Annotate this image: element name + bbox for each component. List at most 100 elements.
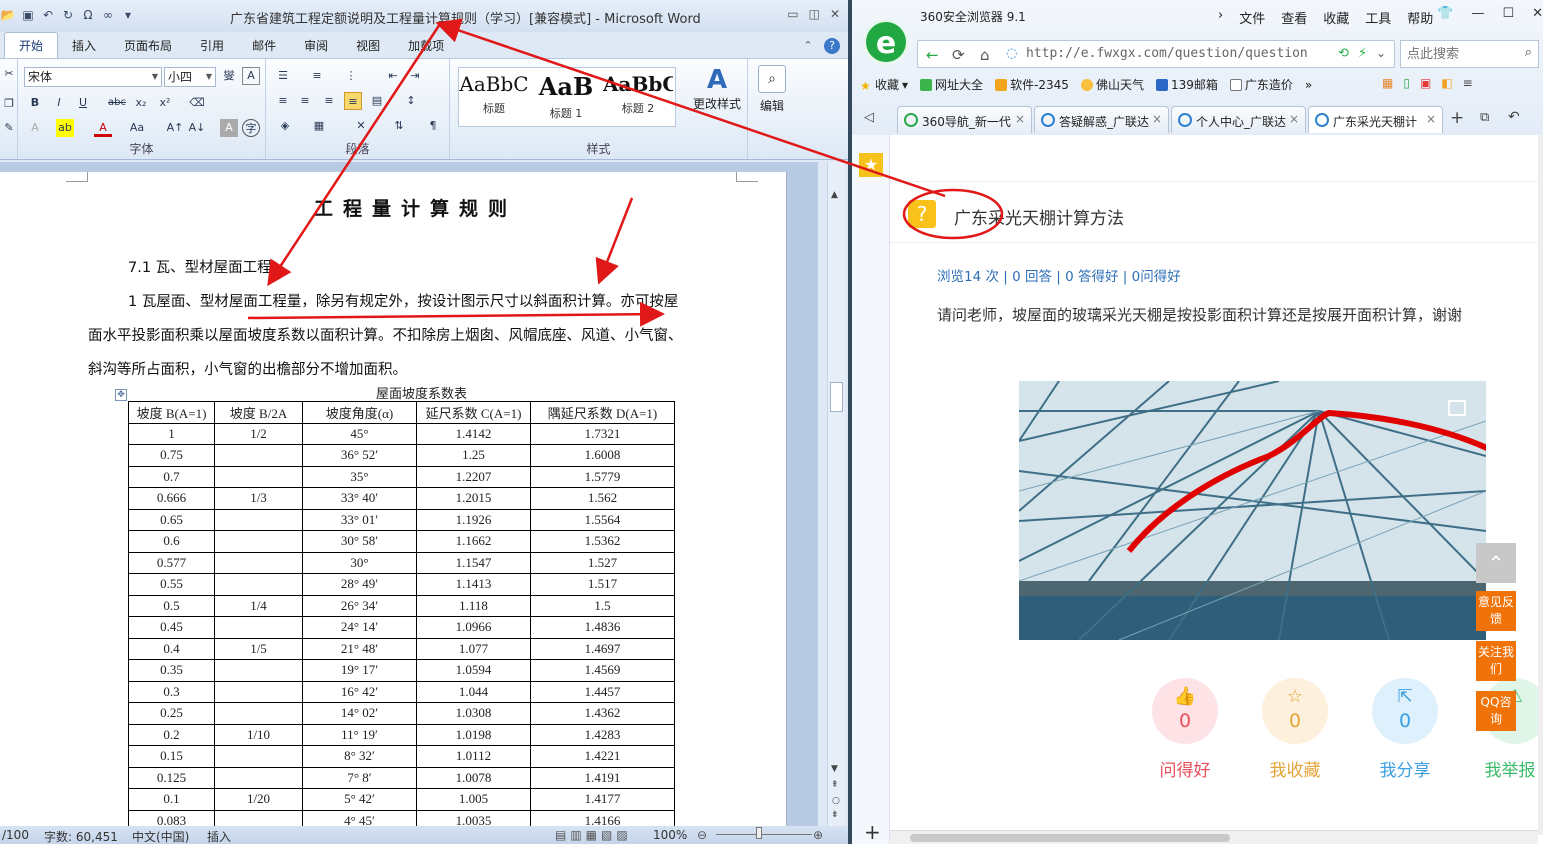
omega-icon[interactable]: Ω	[80, 7, 96, 23]
fav-software[interactable]: 软件-2345	[995, 76, 1069, 93]
font-name-select[interactable]: 宋体 ▼	[24, 67, 162, 87]
search-icon[interactable]: ⌕	[1525, 45, 1532, 60]
table-cell[interactable]: 1.5362	[530, 530, 675, 553]
zoom-level[interactable]: 100%	[653, 828, 687, 842]
link-icon[interactable]: ∞	[100, 7, 116, 23]
360-browser-logo-icon[interactable]: e	[863, 19, 909, 65]
table-cell[interactable]	[214, 551, 303, 574]
table-cell[interactable]: 1.2207	[416, 465, 531, 488]
font-size-select[interactable]: 小四 ▼	[164, 67, 216, 87]
tools-icon[interactable]: ◧	[1441, 76, 1452, 90]
table-cell[interactable]: 1.005	[416, 788, 531, 811]
table-cell[interactable]: 1.077	[416, 637, 531, 660]
copy-icon[interactable]: ❐	[0, 95, 18, 113]
browser-tab[interactable]: 个人中心_广联达 ×	[1171, 106, 1306, 133]
table-cell[interactable]: 1.7321	[530, 422, 675, 445]
zoom-slider-thumb[interactable]	[756, 827, 762, 839]
sidebar-add-icon[interactable]: +	[864, 820, 881, 844]
history-dropdown-icon[interactable]: ⌄	[1376, 46, 1386, 60]
table-cell[interactable]: 1.0198	[416, 723, 531, 746]
align-right-icon[interactable]: ≡	[320, 92, 338, 110]
table-cell[interactable]	[214, 465, 303, 488]
home-icon[interactable]: ⌂	[980, 46, 990, 64]
back-icon[interactable]: ←	[926, 46, 939, 64]
status-page[interactable]: /100	[2, 828, 29, 842]
apps-icon[interactable]: ▦	[1382, 76, 1393, 90]
increase-indent-icon[interactable]: ⇥	[406, 67, 424, 85]
fav-mail[interactable]: 139邮箱	[1155, 76, 1218, 93]
ask-good-button[interactable]: 👍 0 问得好	[1152, 678, 1218, 781]
edit-button[interactable]: ⌕ 编辑	[752, 65, 792, 114]
table-cell[interactable]: 0.7	[128, 465, 215, 488]
table-cell[interactable]: 1.0112	[416, 745, 531, 768]
format-painter-icon[interactable]: ✎	[0, 119, 18, 137]
table-cell[interactable]: 11° 19′	[302, 723, 417, 746]
change-case-icon[interactable]: Aa	[128, 119, 146, 137]
scroll-down-icon[interactable]: ▼	[831, 764, 838, 774]
skylight-photo[interactable]	[1019, 381, 1486, 640]
favorite-button[interactable]: ☆ 0 我收藏	[1262, 678, 1328, 781]
table-cell[interactable]: 0.25	[128, 702, 215, 725]
fav-site-nav[interactable]: 网址大全	[920, 76, 983, 93]
zoom-out-icon[interactable]: ⊖	[697, 828, 707, 842]
strikethrough-icon[interactable]: abc	[108, 94, 126, 112]
phonetic-guide-icon[interactable]: 燮	[220, 67, 238, 85]
table-cell[interactable]: 1.0966	[416, 616, 531, 639]
table-cell[interactable]: 0.75	[128, 444, 215, 467]
borders-icon[interactable]: ▦	[310, 117, 328, 135]
table-cell[interactable]: 1.0308	[416, 702, 531, 725]
table-cell[interactable]	[214, 702, 303, 725]
text-effect-icon[interactable]: A	[26, 119, 44, 137]
table-cell[interactable]: 1.4836	[530, 616, 675, 639]
tab-close-icon[interactable]: ×	[1015, 112, 1025, 126]
vertical-scrollbar[interactable]: ▲ ▼ ⇞ ○ ⇟	[827, 162, 845, 826]
search-input[interactable]	[1407, 45, 1517, 63]
table-cell[interactable]: 35°	[302, 465, 417, 488]
tab-insert[interactable]: 插入	[58, 33, 110, 58]
restore-icon[interactable]: ◫	[809, 7, 820, 21]
help-icon[interactable]: ?	[824, 38, 840, 54]
url-text[interactable]: http://e.fwxgx.com/question/question	[1026, 46, 1308, 61]
undo-icon[interactable]: ↶	[40, 7, 56, 23]
view-buttons-icon[interactable]: ▤▥▦▧▨	[555, 828, 632, 842]
show-marks-icon[interactable]: ¶	[424, 117, 442, 135]
table-cell[interactable]: 0.55	[128, 573, 215, 596]
follow-us-button[interactable]: 关注我们	[1476, 641, 1516, 681]
numbering-icon[interactable]: ≡	[308, 67, 326, 85]
menu-arrow-icon[interactable]: ›	[1218, 8, 1223, 27]
style-heading-1[interactable]: AaB 标题 1	[531, 72, 601, 121]
table-cell[interactable]: 0.15	[128, 745, 215, 768]
feedback-button[interactable]: 意见反馈	[1476, 591, 1516, 631]
table-cell[interactable]: 0.577	[128, 551, 215, 574]
undo-close-tab-icon[interactable]: ↶	[1508, 109, 1520, 125]
table-cell[interactable]: 0.2	[128, 723, 215, 746]
table-cell[interactable]: 1.4457	[530, 680, 675, 703]
share-button[interactable]: ⇱ 0 我分享	[1372, 678, 1438, 781]
table-cell[interactable]: 1.5564	[530, 508, 675, 531]
sort-icon[interactable]: ⇅	[390, 117, 408, 135]
table-cell[interactable]: 0.125	[128, 766, 215, 789]
table-cell[interactable]: 33° 01′	[302, 508, 417, 531]
table-cell[interactable]: 1.5779	[530, 465, 675, 488]
table-cell[interactable]: 1.1547	[416, 551, 531, 574]
table-cell[interactable]: 0.45	[128, 616, 215, 639]
table-cell[interactable]: 8° 32′	[302, 745, 417, 768]
table-cell[interactable]: 24° 14′	[302, 616, 417, 639]
bold-icon[interactable]: B	[26, 94, 44, 112]
prev-page-icon[interactable]: ⇞	[831, 780, 839, 790]
tab-page-layout[interactable]: 页面布局	[110, 33, 186, 58]
table-cell[interactable]: 1.2015	[416, 487, 531, 510]
favorites-star-icon[interactable]: ★	[859, 153, 883, 177]
table-cell[interactable]: 1/5	[214, 637, 303, 660]
tab-scroll-left-icon[interactable]: ◁	[864, 110, 874, 125]
table-cell[interactable]: 16° 42′	[302, 680, 417, 703]
table-move-handle-icon[interactable]: ✥	[115, 389, 127, 401]
document-page[interactable]: 工程量计算规则 7.1 瓦、型材屋面工程 1 瓦屋面、型材屋面工程量，除另有规定…	[0, 172, 787, 832]
maximize-icon[interactable]: ☐	[1502, 6, 1514, 21]
tab-home[interactable]: 开始	[4, 32, 59, 58]
minimize-icon[interactable]: ▭	[787, 7, 798, 21]
more-favorites-icon[interactable]: »	[1305, 76, 1312, 93]
table-cell[interactable]: 0.4	[128, 637, 215, 660]
page-scrollbar[interactable]	[1538, 135, 1543, 835]
close-icon[interactable]: ✕	[1532, 6, 1543, 21]
